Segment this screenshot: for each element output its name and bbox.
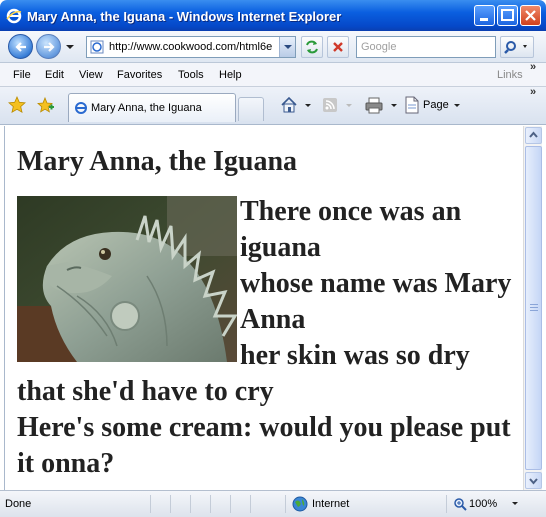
- close-button[interactable]: [520, 5, 541, 26]
- minimize-icon: [480, 18, 488, 21]
- scroll-down-arrow-icon: [529, 478, 538, 485]
- scroll-up-button[interactable]: [525, 127, 542, 144]
- security-zone: Internet: [312, 498, 350, 510]
- title-bar: Mary Anna, the Iguana - Windows Internet…: [0, 0, 546, 31]
- page-viewport: Mary Anna, the Iguana There once was an …: [4, 126, 523, 490]
- status-divider: [210, 495, 211, 513]
- poem-line-3: her skin was so dry: [240, 340, 470, 371]
- menu-favorites[interactable]: Favorites: [117, 69, 162, 81]
- window-title: Mary Anna, the Iguana - Windows Internet…: [27, 9, 342, 24]
- print-icon[interactable]: [364, 96, 384, 114]
- status-divider: [150, 495, 151, 513]
- menu-view[interactable]: View: [79, 69, 103, 81]
- status-divider: [190, 495, 191, 513]
- scroll-grip: [530, 310, 538, 311]
- internet-globe-icon: [292, 496, 308, 512]
- poem-line-5: Here's some cream: would you please put …: [17, 412, 511, 479]
- search-button[interactable]: [500, 36, 534, 58]
- scroll-grip: [530, 304, 538, 305]
- menu-file[interactable]: File: [13, 69, 31, 81]
- recent-pages-dropdown[interactable]: [66, 45, 74, 49]
- links-chevron-icon[interactable]: »: [530, 61, 536, 73]
- ie-logo-icon: [6, 8, 22, 24]
- print-dropdown[interactable]: [391, 104, 397, 107]
- address-field[interactable]: http://www.cookwood.com/html6e: [86, 36, 296, 58]
- add-favorites-icon[interactable]: [36, 96, 54, 114]
- maximize-button[interactable]: [497, 5, 518, 26]
- vertical-scrollbar[interactable]: [523, 126, 542, 490]
- search-input[interactable]: Google: [356, 36, 496, 58]
- close-icon: [525, 10, 536, 21]
- poem-line-2: whose name was Mary Anna: [240, 268, 512, 335]
- poem-line-1: There once was an iguana: [240, 196, 462, 263]
- home-icon[interactable]: [280, 96, 298, 114]
- zoom-dropdown[interactable]: [512, 502, 518, 505]
- page-menu-icon[interactable]: [404, 96, 420, 114]
- status-text: Done: [5, 498, 32, 510]
- status-divider: [285, 495, 286, 513]
- poem-line-4: that she'd have to cry: [17, 376, 274, 407]
- scroll-down-button[interactable]: [525, 472, 542, 489]
- status-divider: [446, 495, 447, 513]
- page-menu-label[interactable]: Page: [423, 99, 449, 111]
- iguana-photo: [17, 196, 237, 362]
- zoom-level[interactable]: 100%: [469, 498, 497, 510]
- zoom-icon[interactable]: [453, 497, 467, 511]
- scroll-grip: [530, 307, 538, 308]
- page-heading: Mary Anna, the Iguana: [17, 146, 298, 177]
- navigation-bar: http://www.cookwood.com/html6e Google: [0, 31, 546, 63]
- menu-tools[interactable]: Tools: [178, 69, 204, 81]
- maximize-icon: [501, 9, 514, 21]
- page-dropdown[interactable]: [454, 104, 460, 107]
- links-toolbar[interactable]: Links: [497, 69, 523, 81]
- status-divider: [250, 495, 251, 513]
- poem: There once was an iguana whose name was …: [17, 194, 517, 482]
- back-button[interactable]: [8, 34, 33, 59]
- stop-icon: [333, 42, 343, 52]
- stop-button[interactable]: [327, 36, 349, 58]
- new-tab-button[interactable]: [238, 97, 264, 121]
- page-icon: [90, 40, 104, 54]
- menu-edit[interactable]: Edit: [45, 69, 64, 81]
- forward-button[interactable]: [36, 34, 61, 59]
- tab-ie-icon: [75, 102, 87, 114]
- tab-bar: Mary Anna, the Iguana Page »: [0, 86, 546, 125]
- refresh-button[interactable]: [301, 36, 323, 58]
- menu-help[interactable]: Help: [219, 69, 242, 81]
- forward-arrow-icon: [44, 42, 55, 52]
- status-bar: Done Internet 100%: [0, 490, 546, 517]
- tab-label: Mary Anna, the Iguana: [91, 102, 202, 114]
- search-placeholder: Google: [361, 41, 397, 53]
- back-arrow-icon: [15, 42, 26, 52]
- feeds-dropdown[interactable]: [346, 104, 352, 107]
- scroll-thumb[interactable]: [525, 146, 542, 470]
- status-divider: [170, 495, 171, 513]
- address-dropdown-button[interactable]: [279, 37, 295, 57]
- minimize-button[interactable]: [474, 5, 495, 26]
- scroll-up-arrow-icon: [529, 131, 538, 138]
- menu-bar: File Edit View Favorites Tools Help Link…: [0, 61, 546, 87]
- status-divider: [230, 495, 231, 513]
- tab-mary-anna[interactable]: Mary Anna, the Iguana: [68, 93, 236, 122]
- address-url: http://www.cookwood.com/html6e: [109, 41, 273, 53]
- feeds-icon[interactable]: [322, 97, 338, 113]
- refresh-icon: [306, 40, 318, 54]
- favorites-star-icon[interactable]: [8, 96, 26, 114]
- search-icon: [504, 41, 527, 54]
- command-bar-chevron-icon[interactable]: »: [530, 86, 536, 98]
- home-dropdown[interactable]: [305, 104, 311, 107]
